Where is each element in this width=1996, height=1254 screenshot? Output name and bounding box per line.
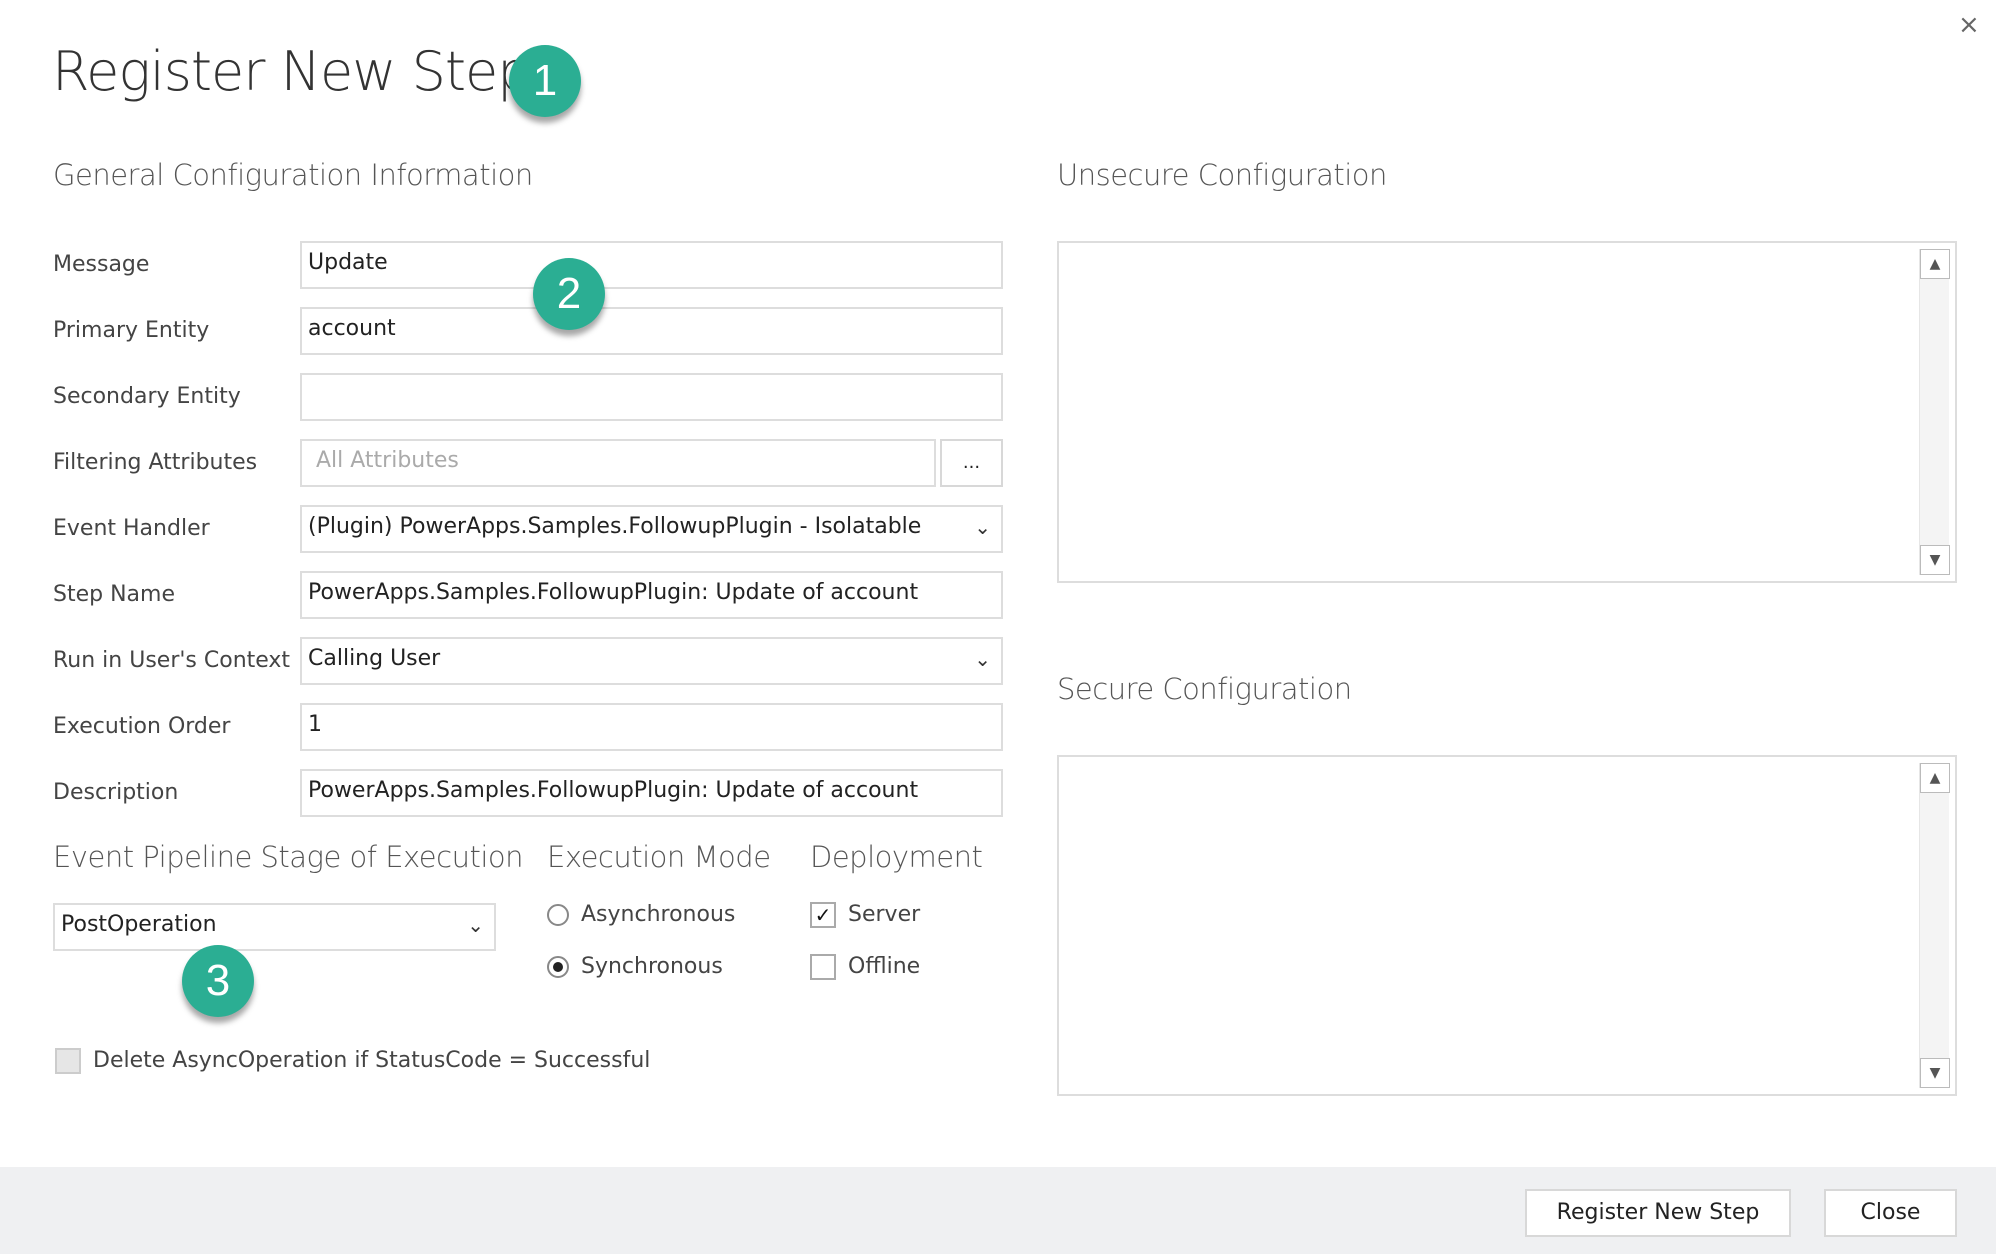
filtering-attributes-input[interactable]: All Attributes (300, 439, 936, 487)
radio-selected-icon (547, 956, 569, 978)
checkbox-delete-async[interactable]: Delete AsyncOperation if StatusCode = Su… (55, 1043, 650, 1079)
message-label: Message (53, 252, 150, 277)
secondary-entity-input[interactable] (300, 373, 1003, 421)
execution-mode-heading: Execution Mode (547, 840, 771, 874)
secondary-entity-label: Secondary Entity (53, 384, 241, 409)
step-name-input[interactable]: PowerApps.Samples.FollowupPlugin: Update… (300, 571, 1003, 619)
event-handler-select[interactable]: (Plugin) PowerApps.Samples.FollowupPlugi… (300, 505, 1003, 553)
callout-badge-3: 3 (182, 945, 254, 1017)
run-context-select[interactable]: Calling User ⌄ (300, 637, 1003, 685)
dialog-title: Register New Step (52, 40, 532, 103)
stage-select[interactable]: PostOperation ⌄ (53, 903, 496, 951)
chevron-down-icon: ⌄ (974, 647, 991, 671)
primary-entity-input[interactable]: account (300, 307, 1003, 355)
checkbox-server[interactable]: ✓ Server (810, 897, 920, 933)
checkmark-icon: ✓ (810, 902, 836, 928)
callout-badge-2: 2 (533, 258, 605, 330)
radio-icon (547, 904, 569, 926)
secure-heading: Secure Configuration (1057, 672, 1352, 706)
stage-heading: Event Pipeline Stage of Execution (53, 840, 524, 874)
radio-label: Synchronous (581, 954, 723, 979)
message-input[interactable]: Update (300, 241, 1003, 289)
run-context-value: Calling User (308, 646, 441, 671)
filtering-attributes-label: Filtering Attributes (53, 450, 258, 475)
event-handler-value: (Plugin) PowerApps.Samples.FollowupPlugi… (308, 514, 922, 539)
close-button[interactable]: Close (1824, 1189, 1957, 1237)
unsecure-heading: Unsecure Configuration (1057, 158, 1387, 192)
radio-asynchronous[interactable]: Asynchronous (547, 897, 735, 933)
execution-order-input[interactable]: 1 (300, 703, 1003, 751)
general-heading: General Configuration Information (53, 158, 533, 192)
checkbox-label: Server (848, 902, 921, 927)
description-label: Description (53, 780, 179, 805)
unsecure-config-textarea[interactable]: ▲ ▼ (1057, 241, 1957, 583)
primary-entity-label: Primary Entity (53, 318, 210, 343)
secure-config-textarea[interactable]: ▲ ▼ (1057, 755, 1957, 1096)
scrollbar[interactable]: ▲ ▼ (1919, 249, 1950, 575)
run-context-label: Run in User's Context (53, 648, 291, 673)
close-icon[interactable]: × (1958, 10, 1980, 40)
execution-order-label: Execution Order (53, 714, 231, 739)
radio-synchronous[interactable]: Synchronous (547, 949, 723, 985)
callout-badge-1: 1 (509, 45, 581, 117)
stage-value: PostOperation (61, 912, 217, 937)
step-name-label: Step Name (53, 582, 175, 607)
scroll-up-icon[interactable]: ▲ (1920, 249, 1950, 279)
radio-label: Asynchronous (581, 902, 736, 927)
scroll-down-icon[interactable]: ▼ (1920, 545, 1950, 575)
description-input[interactable]: PowerApps.Samples.FollowupPlugin: Update… (300, 769, 1003, 817)
event-handler-label: Event Handler (53, 516, 210, 541)
scroll-down-icon[interactable]: ▼ (1920, 1058, 1950, 1088)
scroll-up-icon[interactable]: ▲ (1920, 763, 1950, 793)
checkbox-icon (55, 1048, 81, 1074)
checkbox-icon (810, 954, 836, 980)
checkbox-offline[interactable]: Offline (810, 949, 920, 985)
checkbox-label: Offline (848, 954, 921, 979)
chevron-down-icon: ⌄ (467, 913, 484, 937)
checkbox-label: Delete AsyncOperation if StatusCode = Su… (93, 1048, 651, 1073)
register-new-step-button[interactable]: Register New Step (1525, 1189, 1791, 1237)
chevron-down-icon: ⌄ (974, 515, 991, 539)
deployment-heading: Deployment (810, 840, 983, 874)
scrollbar[interactable]: ▲ ▼ (1919, 763, 1950, 1088)
filtering-attributes-browse-button[interactable]: ... (940, 439, 1003, 487)
